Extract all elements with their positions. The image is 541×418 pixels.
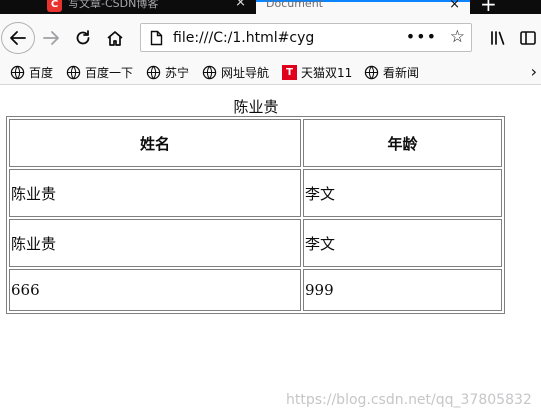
globe-icon [202, 65, 217, 80]
globe-icon [10, 65, 25, 80]
back-arrow-icon [10, 31, 26, 45]
bookmark-label: 天猫双11 [301, 66, 353, 80]
bookmark-label: 百度一下 [85, 66, 134, 80]
bookmark-suning[interactable]: 苏宁 [146, 64, 189, 81]
close-tab-icon[interactable]: × [235, 0, 246, 10]
close-tab-icon[interactable]: × [449, 0, 460, 12]
home-button[interactable] [100, 24, 130, 52]
url-text[interactable]: file:///C:/1.html#cyg [173, 30, 314, 46]
bookmark-baidu-yixia[interactable]: 百度一下 [66, 64, 133, 81]
bookmark-baidu[interactable]: 百度 [10, 64, 53, 81]
new-tab-button[interactable]: + [480, 0, 497, 14]
library-icon [491, 31, 505, 45]
page-actions-icon[interactable]: ••• [406, 27, 437, 46]
bookmark-url-nav[interactable]: 网址导航 [202, 64, 269, 81]
bookmark-label: 看新闻 [383, 66, 420, 80]
globe-icon [364, 65, 379, 80]
tab-title: Document [266, 0, 323, 10]
table-cell: 李文 [303, 169, 502, 217]
csdn-favicon-icon: C [47, 0, 62, 12]
bookmark-news[interactable]: 看新闻 [364, 64, 419, 81]
bookmark-star-icon[interactable]: ☆ [450, 27, 465, 47]
forward-arrow-icon [43, 31, 59, 45]
bookmark-label: 百度 [29, 66, 54, 80]
table-row: 陈业贵 李文 [9, 169, 502, 217]
data-table: 姓名 年龄 陈业贵 李文 陈业贵 李文 666 999 [6, 116, 505, 314]
table-cell: 李文 [303, 219, 502, 267]
table-cell: 陈业贵 [9, 219, 301, 267]
bookmarks-overflow-icon[interactable]: › [531, 62, 537, 81]
reload-button[interactable] [68, 24, 98, 52]
table-cell: 999 [303, 269, 502, 311]
tmall-icon: T [282, 65, 297, 80]
bookmark-label: 网址导航 [221, 66, 270, 80]
reload-icon [76, 30, 90, 45]
globe-icon [146, 65, 161, 80]
library-button[interactable] [483, 24, 513, 52]
tab-title: 写文章-CSDN博客 [68, 0, 159, 10]
bookmark-tmall[interactable]: T 天猫双11 [282, 64, 352, 81]
table-caption: 陈业贵 [233, 98, 279, 116]
page-icon [149, 30, 163, 46]
globe-icon [66, 65, 81, 80]
table-row: 陈业贵 李文 [9, 219, 502, 267]
sidebar-icon [520, 31, 536, 45]
tab-document[interactable]: Document × [256, 0, 470, 14]
navigation-toolbar: file:///C:/1.html#cyg ••• ☆ [0, 14, 541, 60]
watermark-text: https://blog.csdn.net/qq_37805832 [286, 392, 532, 408]
column-header-age: 年龄 [303, 119, 502, 167]
page-content: 陈业贵 姓名 年龄 陈业贵 李文 陈业贵 李文 666 999 https://… [0, 86, 541, 418]
bookmarks-toolbar: 百度 百度一下 苏宁 网址导航 T 天猫双11 看新闻 › [0, 60, 541, 85]
table-row: 666 999 [9, 269, 502, 311]
home-icon [107, 31, 123, 46]
column-header-name: 姓名 [9, 119, 301, 167]
tab-strip: C 写文章-CSDN博客 × Document × + [0, 0, 541, 14]
back-button[interactable] [1, 22, 35, 54]
url-bar[interactable]: file:///C:/1.html#cyg ••• ☆ [140, 23, 472, 52]
tab-csdn[interactable]: C 写文章-CSDN博客 × [38, 0, 256, 14]
table-header-row: 姓名 年龄 [9, 119, 502, 167]
bookmark-label: 苏宁 [165, 66, 190, 80]
forward-button[interactable] [36, 24, 66, 52]
table-cell: 陈业贵 [9, 169, 301, 217]
sidebar-button[interactable] [513, 24, 541, 52]
table-cell: 666 [9, 269, 301, 311]
